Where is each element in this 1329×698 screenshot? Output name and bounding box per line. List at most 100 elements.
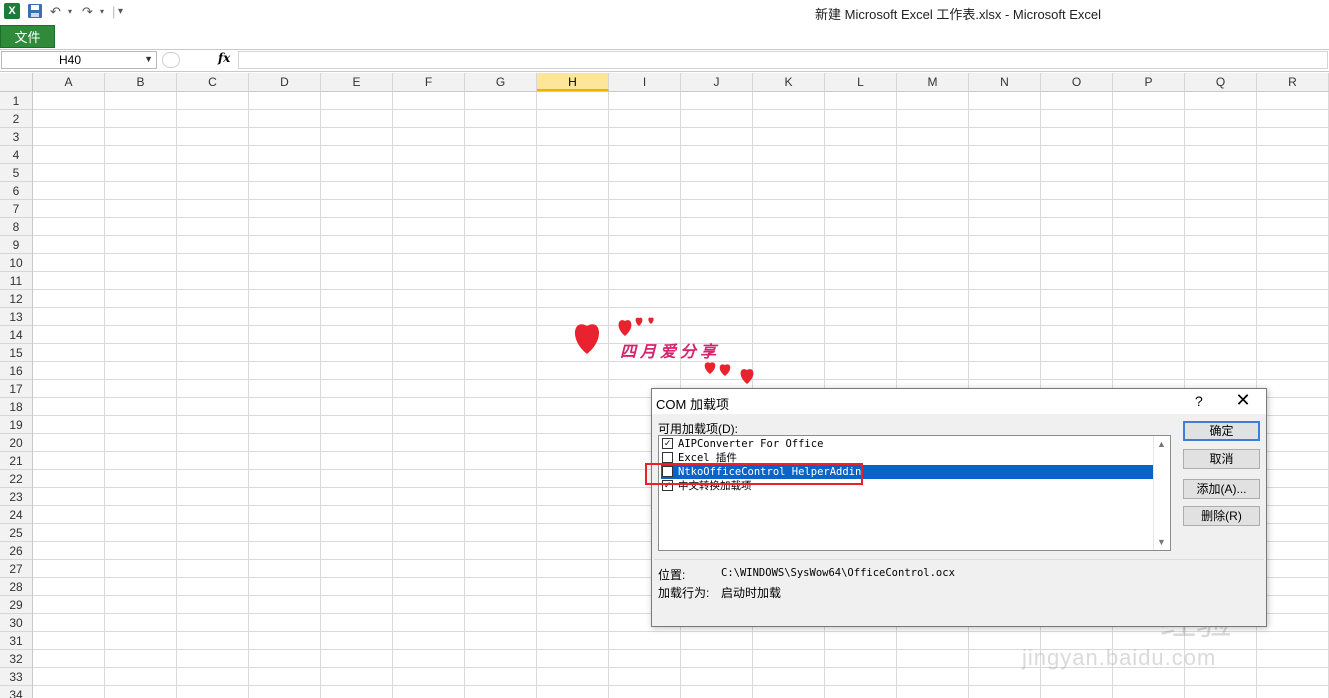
name-box-value: H40 <box>59 53 82 67</box>
column-header-q[interactable]: Q <box>1185 73 1257 91</box>
checkbox[interactable] <box>662 452 673 463</box>
customize-toolbar-icon[interactable]: ▾ <box>118 3 123 21</box>
list-scrollbar[interactable]: ▲ ▼ <box>1153 436 1170 550</box>
com-addins-dialog: COM 加载项 ? ✕ 可用加载项(D): ✓ AIPConverter For… <box>651 388 1267 627</box>
addin-label: AIPConverter For Office <box>678 438 824 450</box>
add-button[interactable]: 添加(A)... <box>1183 479 1260 499</box>
addins-list[interactable]: ✓ AIPConverter For Office Excel 插件 NtkoO… <box>658 435 1171 551</box>
column-header-i[interactable]: I <box>609 73 681 91</box>
column-header-f[interactable]: F <box>393 73 465 91</box>
remove-button[interactable]: 删除(R) <box>1183 506 1260 526</box>
checkbox[interactable]: ✓ <box>662 438 673 449</box>
row-header-21[interactable]: 21 <box>0 452 32 470</box>
column-header-n[interactable]: N <box>969 73 1041 91</box>
name-box[interactable]: H40 ▼ <box>1 51 157 69</box>
row-header-10[interactable]: 10 <box>0 254 32 272</box>
row-header-33[interactable]: 33 <box>0 668 32 686</box>
insert-function-icon[interactable]: fx <box>218 51 230 65</box>
column-header-l[interactable]: L <box>825 73 897 91</box>
sticker-watermark: 四月爱分享 <box>565 312 765 387</box>
sticker-text: 四月爱分享 <box>620 344 721 361</box>
formula-input[interactable] <box>238 51 1328 69</box>
column-header-g[interactable]: G <box>465 73 537 91</box>
close-icon[interactable]: ✕ <box>1231 390 1255 411</box>
row-header-16[interactable]: 16 <box>0 362 32 380</box>
ribbon: 文件 <box>0 24 1329 50</box>
ok-button[interactable]: 确定 <box>1183 421 1260 441</box>
row-header-29[interactable]: 29 <box>0 596 32 614</box>
formula-bar-resize-handle[interactable] <box>162 52 180 68</box>
cancel-button[interactable]: 取消 <box>1183 449 1260 469</box>
column-header-c[interactable]: C <box>177 73 249 91</box>
help-icon[interactable]: ? <box>1195 393 1203 409</box>
toolbar-separator: | <box>112 4 116 19</box>
column-header-p[interactable]: P <box>1113 73 1185 91</box>
row-header-6[interactable]: 6 <box>0 182 32 200</box>
row-header-20[interactable]: 20 <box>0 434 32 452</box>
baidu-url: jingyan.baidu.com <box>1022 645 1217 670</box>
row-header-25[interactable]: 25 <box>0 524 32 542</box>
row-header-9[interactable]: 9 <box>0 236 32 254</box>
row-header-32[interactable]: 32 <box>0 650 32 668</box>
file-tab[interactable]: 文件 <box>0 25 55 48</box>
row-header-7[interactable]: 7 <box>0 200 32 218</box>
excel-app-icon[interactable]: X <box>4 3 20 19</box>
column-header-k[interactable]: K <box>753 73 825 91</box>
row-header-13[interactable]: 13 <box>0 308 32 326</box>
row-header-30[interactable]: 30 <box>0 614 32 632</box>
undo-icon[interactable]: ↶ <box>50 3 61 21</box>
window-title: 新建 Microsoft Excel 工作表.xlsx - Microsoft … <box>815 7 1102 22</box>
undo-dropdown-icon[interactable]: ▾ <box>68 3 72 21</box>
redo-dropdown-icon[interactable]: ▾ <box>100 3 104 21</box>
column-header-bar: ABCDEFGHIJKLMNOPQR <box>0 73 1329 92</box>
location-label: 位置: <box>658 568 686 582</box>
scroll-down-icon[interactable]: ▼ <box>1157 537 1166 547</box>
row-header-23[interactable]: 23 <box>0 488 32 506</box>
title-bar: X ↶ ▾ ↷ ▾ | ▾ 新建 Microsoft Excel 工作表.xls… <box>0 0 1329 24</box>
row-header-19[interactable]: 19 <box>0 416 32 434</box>
row-header-1[interactable]: 1 <box>0 92 32 110</box>
column-header-a[interactable]: A <box>33 73 105 91</box>
highlight-box <box>645 463 863 485</box>
list-item[interactable]: ✓ AIPConverter For Office <box>661 437 1155 451</box>
load-behavior-value: 启动时加载 <box>721 586 782 600</box>
row-header-18[interactable]: 18 <box>0 398 32 416</box>
row-header-4[interactable]: 4 <box>0 146 32 164</box>
save-icon[interactable] <box>27 3 43 21</box>
location-value: C:\WINDOWS\SysWow64\OfficeControl.ocx <box>721 567 955 579</box>
column-header-h[interactable]: H <box>537 73 609 91</box>
load-behavior-label: 加载行为: <box>658 586 710 600</box>
select-all-corner[interactable] <box>0 73 33 91</box>
dialog-divider <box>654 559 1264 560</box>
row-header-31[interactable]: 31 <box>0 632 32 650</box>
row-header-8[interactable]: 8 <box>0 218 32 236</box>
dialog-title: COM 加载项 <box>656 397 729 412</box>
row-header-11[interactable]: 11 <box>0 272 32 290</box>
row-header-15[interactable]: 15 <box>0 344 32 362</box>
row-header-34[interactable]: 34 <box>0 686 32 698</box>
scroll-up-icon[interactable]: ▲ <box>1157 439 1166 449</box>
column-header-r[interactable]: R <box>1257 73 1329 91</box>
row-header-28[interactable]: 28 <box>0 578 32 596</box>
row-header-bar: 1 2 3 4 5 6 7 8 9 10 11 12 13 14 15 16 17 18 19 20 21 22 23 24 2… <box>0 92 33 698</box>
row-header-14[interactable]: 14 <box>0 326 32 344</box>
column-header-m[interactable]: M <box>897 73 969 91</box>
column-header-j[interactable]: J <box>681 73 753 91</box>
row-header-22[interactable]: 22 <box>0 470 32 488</box>
column-header-d[interactable]: D <box>249 73 321 91</box>
formula-bar: H40 ▼ fx <box>0 50 1329 72</box>
column-header-b[interactable]: B <box>105 73 177 91</box>
row-header-5[interactable]: 5 <box>0 164 32 182</box>
row-header-3[interactable]: 3 <box>0 128 32 146</box>
name-box-dropdown-icon[interactable]: ▼ <box>144 54 153 64</box>
column-header-o[interactable]: O <box>1041 73 1113 91</box>
dialog-title-bar[interactable]: COM 加载项 ? ✕ <box>652 389 1266 414</box>
row-header-26[interactable]: 26 <box>0 542 32 560</box>
redo-icon[interactable]: ↷ <box>82 3 93 21</box>
row-header-24[interactable]: 24 <box>0 506 32 524</box>
row-header-12[interactable]: 12 <box>0 290 32 308</box>
column-header-e[interactable]: E <box>321 73 393 91</box>
row-header-17[interactable]: 17 <box>0 380 32 398</box>
row-header-2[interactable]: 2 <box>0 110 32 128</box>
row-header-27[interactable]: 27 <box>0 560 32 578</box>
